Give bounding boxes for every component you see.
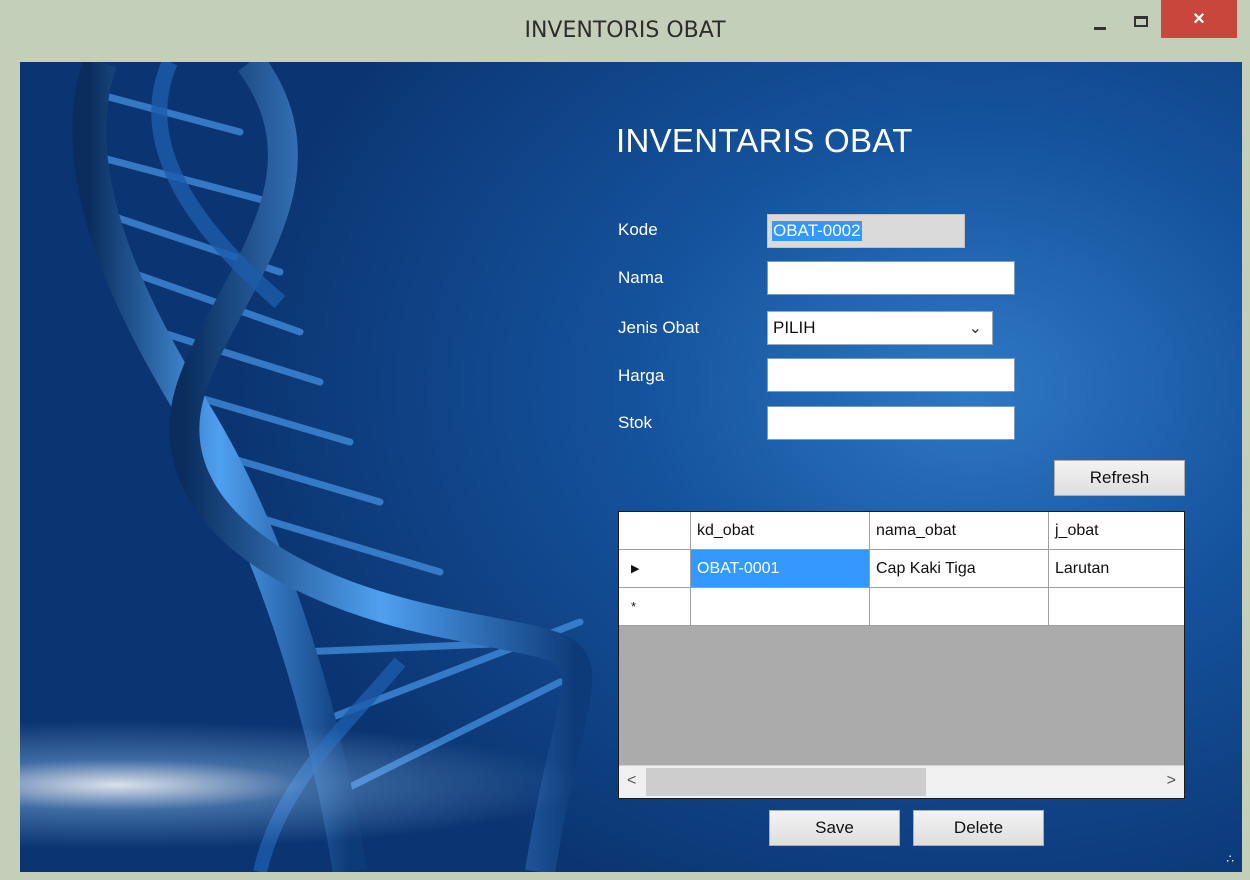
nama-field[interactable] — [767, 261, 1015, 295]
column-header-j-obat[interactable]: j_obat — [1049, 512, 1184, 550]
jenis-obat-selected: PILIH — [773, 318, 816, 337]
stok-field[interactable] — [767, 406, 1015, 440]
refresh-button[interactable]: Refresh — [1054, 460, 1185, 496]
jenis-obat-select[interactable]: PILIH ⌄ — [767, 311, 993, 345]
app-window: INVENTORIS OBAT × INVENTARIS OBAT Kode O… — [0, 0, 1250, 880]
row-pointer-icon[interactable]: ▶ — [619, 550, 691, 588]
close-button[interactable]: × — [1161, 0, 1237, 38]
save-button[interactable]: Save — [769, 810, 900, 846]
minimize-button[interactable] — [1080, 0, 1120, 42]
column-header-kd-obat[interactable]: kd_obat — [691, 512, 870, 550]
obat-data-grid[interactable]: kd_obat nama_obat j_obat ▶ OBAT-0001 Cap… — [618, 511, 1185, 799]
dna-helix-background — [72, 62, 593, 872]
kode-label: Kode — [618, 220, 658, 239]
cell-j-obat[interactable] — [1049, 588, 1184, 626]
cell-nama-obat[interactable] — [870, 588, 1049, 626]
harga-field[interactable] — [767, 358, 1015, 392]
dropdown-chevron-icon: ⌄ — [968, 320, 982, 337]
cell-kd-obat[interactable] — [691, 588, 870, 626]
resize-grip-icon[interactable]: ∴ — [1226, 852, 1234, 866]
maximize-button[interactable] — [1122, 0, 1160, 42]
new-row-icon[interactable]: * — [619, 588, 691, 626]
cell-nama-obat[interactable]: Cap Kaki Tiga — [870, 550, 1049, 588]
minimize-icon — [1094, 26, 1106, 30]
grid-corner-header — [619, 512, 691, 550]
scroll-left-icon[interactable]: < — [627, 772, 636, 790]
window-title: INVENTORIS OBAT — [524, 18, 726, 43]
new-table-row[interactable]: * — [619, 588, 1184, 626]
kode-value: OBAT-0002 — [772, 221, 862, 241]
title-bar[interactable]: INVENTORIS OBAT × — [0, 0, 1250, 62]
close-icon: × — [1193, 7, 1205, 30]
nama-label: Nama — [618, 268, 664, 287]
scroll-right-icon[interactable]: > — [1167, 772, 1176, 790]
column-header-nama-obat[interactable]: nama_obat — [870, 512, 1049, 550]
cell-kd-obat[interactable]: OBAT-0001 — [691, 550, 870, 588]
harga-label: Harga — [618, 366, 665, 385]
grid-header-row: kd_obat nama_obat j_obat — [619, 512, 1184, 550]
jenis-obat-label: Jenis Obat — [618, 318, 700, 337]
cell-j-obat[interactable]: Larutan — [1049, 550, 1184, 588]
delete-button[interactable]: Delete — [913, 810, 1044, 846]
form-client-area: INVENTARIS OBAT Kode OBAT-0002 Nama Jeni… — [20, 62, 1242, 872]
horizontal-scrollbar[interactable]: < > — [619, 765, 1184, 798]
stok-label: Stok — [618, 413, 653, 432]
form-heading: INVENTARIS OBAT — [616, 122, 913, 159]
table-row[interactable]: ▶ OBAT-0001 Cap Kaki Tiga Larutan — [619, 550, 1184, 588]
kode-field[interactable]: OBAT-0002 — [767, 214, 965, 248]
maximize-icon — [1134, 15, 1148, 27]
scrollbar-thumb[interactable] — [646, 768, 926, 796]
